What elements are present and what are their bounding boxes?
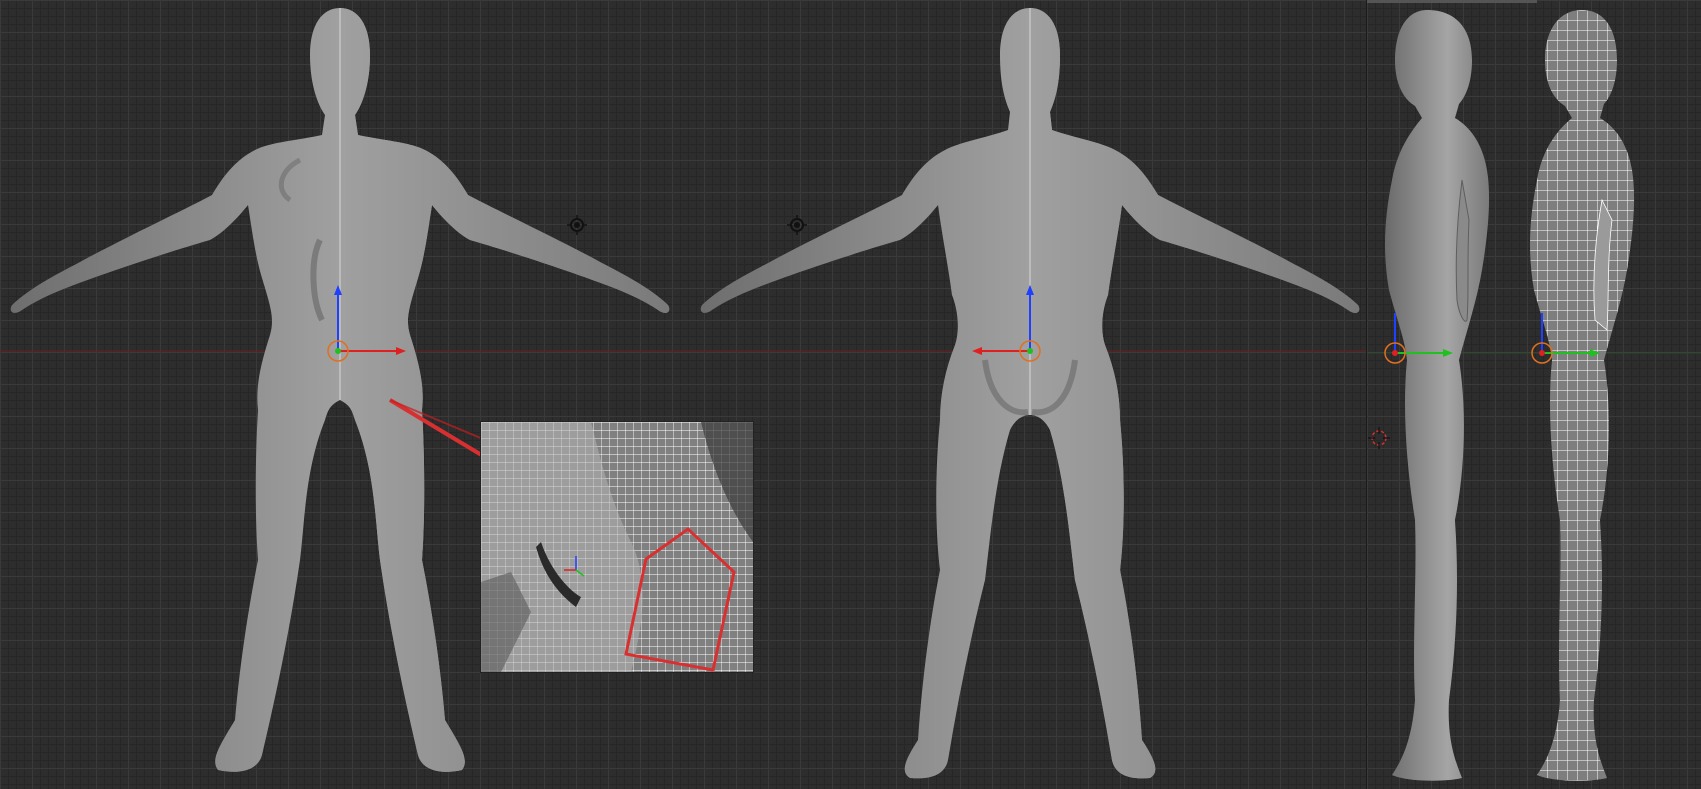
viewport-canvas xyxy=(1367,10,1701,781)
lamp-icon[interactable] xyxy=(567,215,587,235)
viewport-side[interactable] xyxy=(1366,0,1701,789)
3d-cursor-icon[interactable] xyxy=(1368,427,1390,449)
figure-back-view[interactable] xyxy=(700,8,1360,779)
figure-side-solid[interactable] xyxy=(1385,10,1490,781)
zoom-inset-panel xyxy=(480,421,754,673)
figure-side-wireframe[interactable] xyxy=(1530,10,1635,781)
lamp-icon[interactable] xyxy=(787,215,807,235)
viewport-front-back[interactable] xyxy=(0,0,1366,789)
inset-mesh xyxy=(481,422,753,672)
